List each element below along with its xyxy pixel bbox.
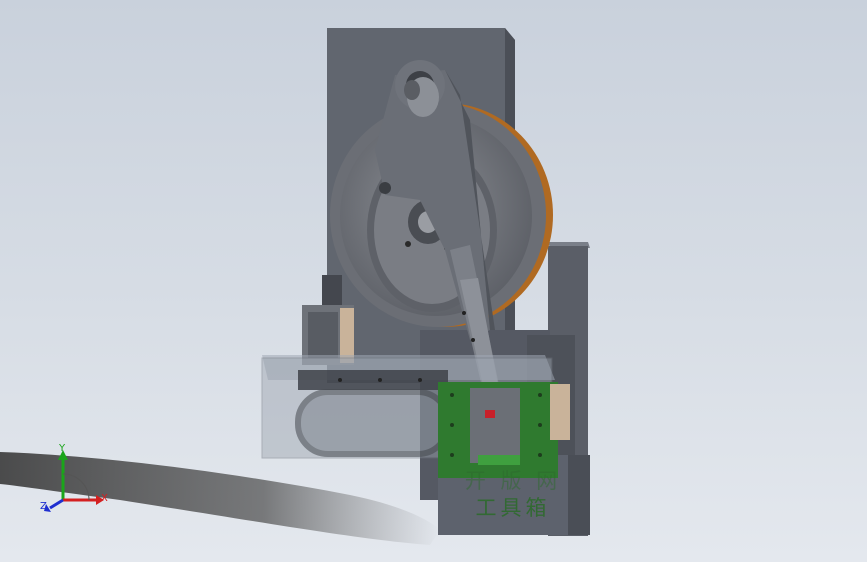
watermark-line1: 开 版 网 [464,469,562,493]
model-render [0,28,590,545]
triad-x-label: X [101,493,108,504]
triad-z-label: Z [40,501,47,512]
watermark-line2: 工具箱 [475,496,551,520]
triad-y-label: Y [59,443,66,454]
green-pcb [438,382,570,478]
cad-viewport[interactable]: 开 版 网 工具箱 X Y Z [0,0,867,562]
watermark: 开 版 网 工具箱 [452,468,574,522]
triad-z-axis [49,498,64,510]
